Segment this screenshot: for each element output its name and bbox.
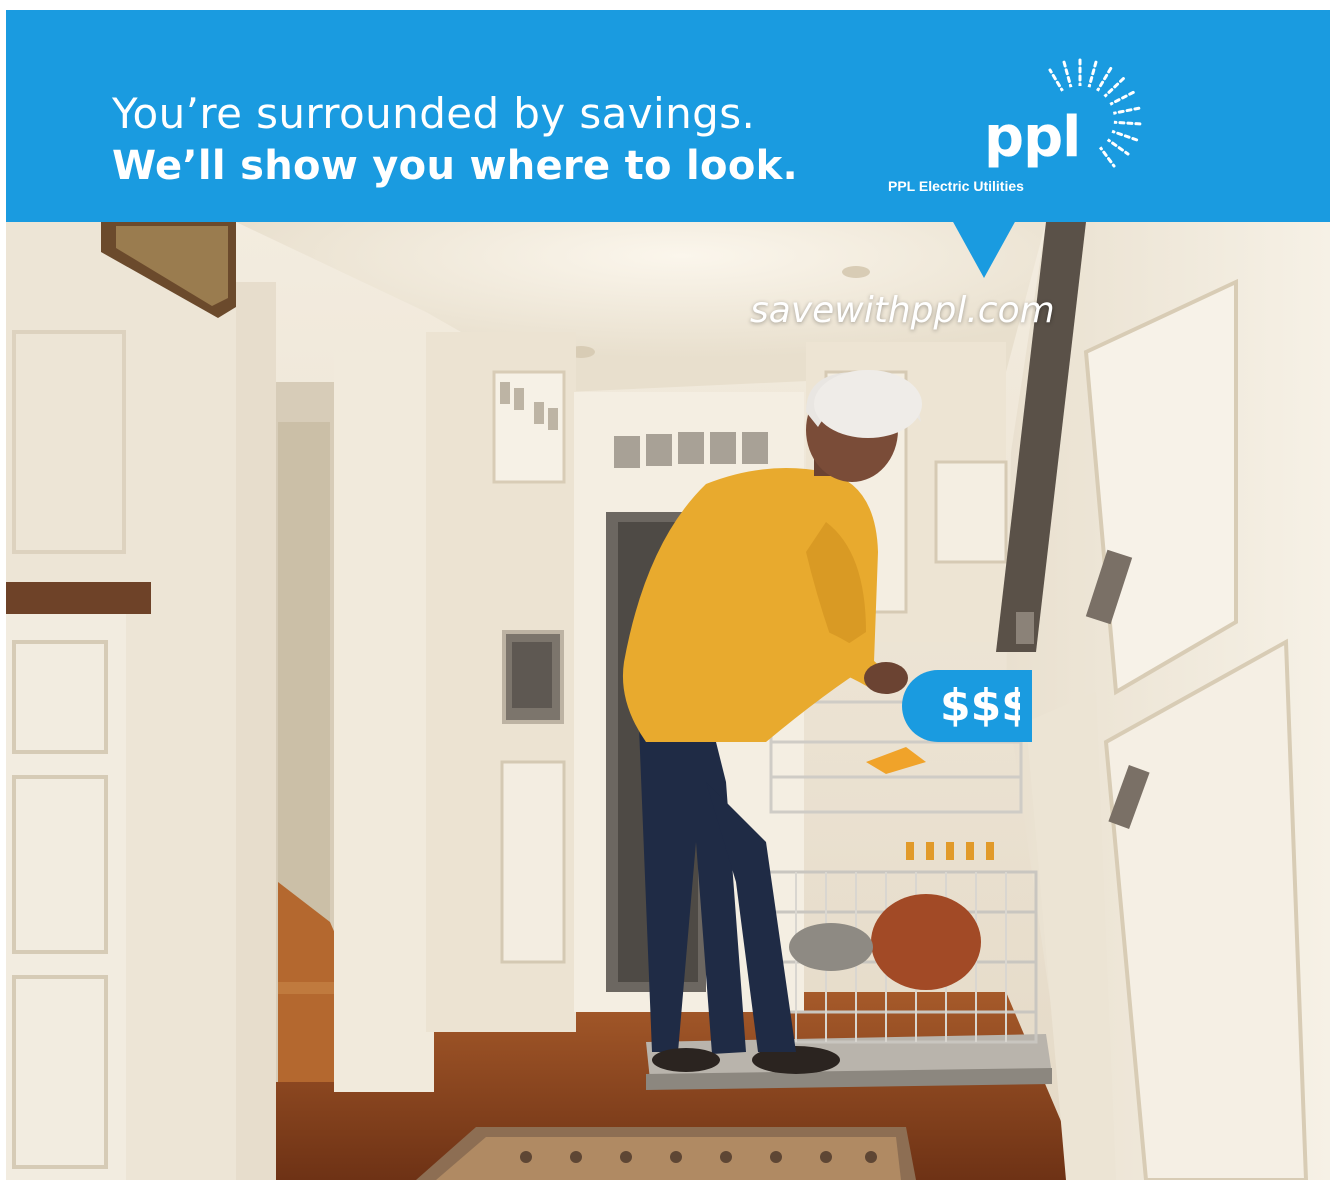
headline-line-1: You’re surrounded by savings.: [112, 89, 756, 138]
headline-line-2: We’ll show you where to look.: [112, 143, 799, 189]
header-banner: You’re surrounded by savings. We’ll show…: [6, 10, 1330, 222]
savings-bubble: $$$: [902, 670, 1032, 742]
kitchen-illustration: [6, 222, 1330, 1180]
callout-pointer: [952, 220, 1016, 278]
kitchen-photo: savewithppl.com $$$: [6, 222, 1330, 1180]
advertisement-banner: You’re surrounded by savings. We’ll show…: [6, 10, 1330, 1180]
website-url[interactable]: savewithppl.com: [750, 290, 1055, 331]
savings-bubble-text: $$$: [940, 680, 1020, 731]
ppl-logo-subtitle: PPL Electric Utilities: [888, 178, 1024, 194]
ppl-logo: ppl PPL Electric Utilities: [884, 50, 1154, 210]
headline: You’re surrounded by savings. We’ll show…: [112, 88, 798, 192]
ppl-wordmark: ppl: [984, 105, 1081, 170]
